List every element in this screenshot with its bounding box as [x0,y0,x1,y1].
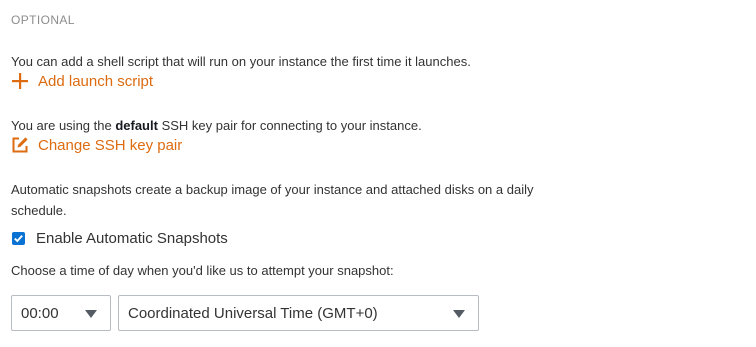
add-launch-script-link[interactable]: Add launch script [11,72,153,90]
enable-snapshots-label: Enable Automatic Snapshots [36,230,228,247]
snapshot-time-prompt: Choose a time of day when you'd like us … [11,263,394,278]
plus-icon [11,72,29,90]
snapshots-description-line1: Automatic snapshots create a backup imag… [11,182,534,197]
snapshot-time-value: 00:00 [21,304,59,322]
change-ssh-key-label: Change SSH key pair [38,136,183,154]
chevron-down-icon [453,310,465,318]
ssh-description: You are using the default SSH key pair f… [11,115,422,136]
ssh-description-after: SSH key pair for connecting to your inst… [157,118,422,133]
ssh-description-before: You are using the [11,118,116,133]
timezone-value: Coordinated Universal Time (GMT+0) [128,304,378,322]
checkmark-icon [14,234,23,243]
optional-settings-panel: OPTIONAL You can add a shell script that… [0,0,756,347]
launch-script-description: You can add a shell script that will run… [11,54,471,69]
snapshots-description-line2: schedule. [11,203,67,218]
timezone-select[interactable]: Coordinated Universal Time (GMT+0) [118,295,479,331]
enable-snapshots-row[interactable]: Enable Automatic Snapshots [12,230,228,247]
section-label: OPTIONAL [11,13,75,27]
ssh-default-keyword: default [115,118,158,133]
chevron-down-icon [85,310,97,318]
snapshot-time-select[interactable]: 00:00 [11,295,111,331]
change-ssh-key-link[interactable]: Change SSH key pair [11,136,182,154]
edit-icon [11,136,29,154]
add-launch-script-label: Add launch script [38,72,154,90]
enable-snapshots-checkbox[interactable] [12,232,25,245]
